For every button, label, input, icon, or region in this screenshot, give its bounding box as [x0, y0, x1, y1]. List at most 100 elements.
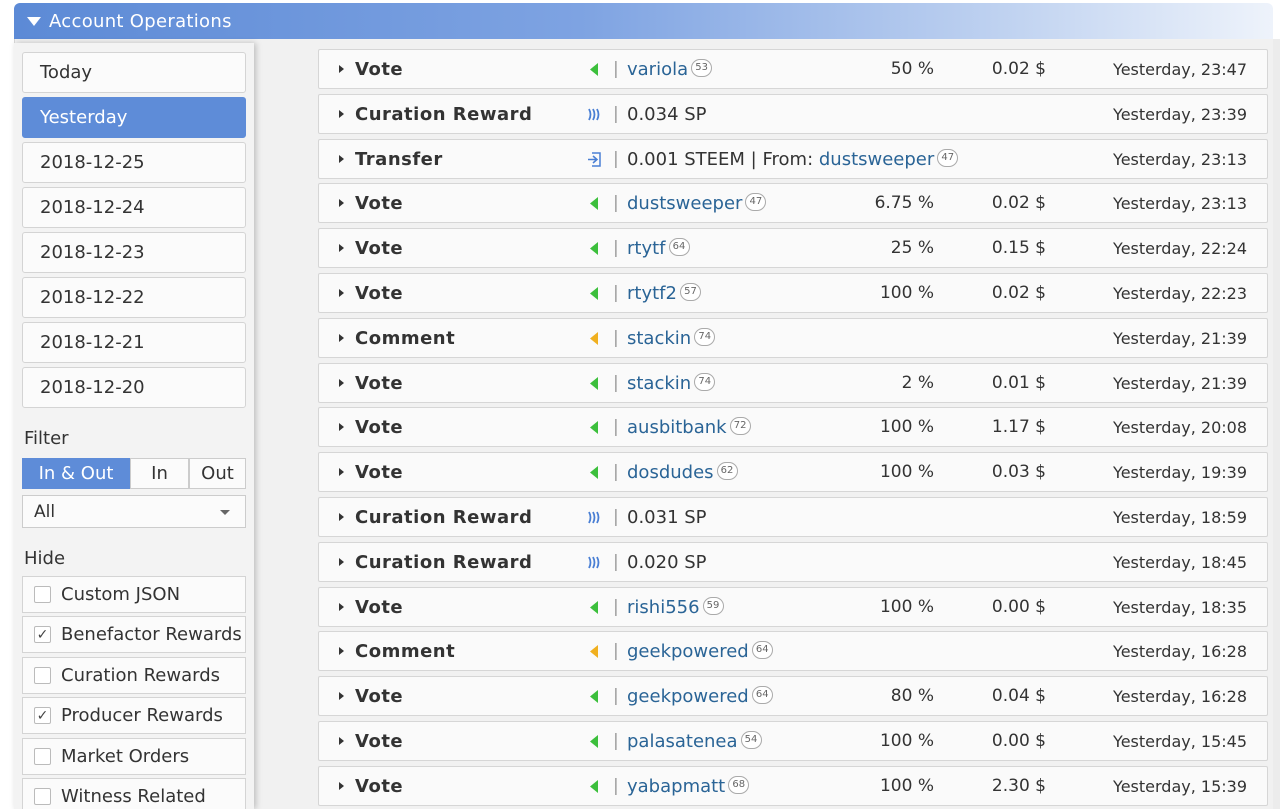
operation-row[interactable]: Vote | ausbitbank 72 100 % 1.17 $ Yesterday, 2… — [318, 407, 1268, 448]
username-link[interactable]: ausbitbank — [627, 417, 727, 438]
username-link[interactable]: rtytf — [627, 238, 666, 259]
separator: | — [613, 327, 619, 348]
hide-option[interactable]: Custom JSON — [22, 576, 246, 613]
username-link[interactable]: palasatenea — [627, 731, 738, 752]
date-button[interactable]: Yesterday — [22, 97, 246, 138]
date-button[interactable]: 2018-12-21 — [22, 322, 246, 363]
checkbox[interactable] — [34, 586, 51, 603]
operation-detail: dosdudes 62 — [627, 453, 738, 492]
operation-row[interactable]: Comment | stackin 74 Yesterday, 21:39 — [318, 317, 1268, 358]
username-link[interactable]: geekpowered — [627, 686, 749, 707]
date-button[interactable]: 2018-12-20 — [22, 367, 246, 408]
expand-arrow-icon[interactable] — [339, 737, 344, 745]
date-button[interactable]: 2018-12-22 — [22, 277, 246, 318]
operation-row[interactable]: Vote | rtytf2 57 100 % 0.02 $ Yesterday, 22:23 — [318, 273, 1268, 313]
expand-arrow-icon[interactable] — [339, 557, 344, 566]
username-link[interactable]: dosdudes — [627, 462, 714, 483]
checkbox[interactable] — [34, 747, 51, 765]
collapse-triangle-icon[interactable] — [27, 16, 41, 26]
operation-row[interactable]: Transfer | 0.001 STEEM | From: dustsweeper… — [318, 138, 1268, 179]
operation-type: Vote — [355, 596, 404, 618]
vote-weight: 25 % — [890, 238, 934, 259]
vote-value: 0.00 $ — [991, 596, 1046, 617]
operation-row[interactable]: Curation Reward | 0.034 SP Yesterday, 23:39 — [318, 93, 1268, 134]
date-button[interactable]: 2018-12-25 — [22, 142, 246, 183]
scrollbar[interactable] — [1273, 39, 1280, 809]
hide-option[interactable]: Witness Related — [22, 778, 246, 809]
operation-row[interactable]: Vote | variola 53 50 % 0.02 $ Yesterday, 23:47 — [318, 49, 1268, 89]
hide-option[interactable]: Market Orders — [22, 737, 246, 775]
operation-type-select[interactable]: All — [22, 495, 246, 528]
expand-arrow-icon[interactable] — [339, 333, 344, 342]
operation-detail: rishi556 59 — [627, 588, 724, 627]
timestamp: Yesterday, 18:45 — [1113, 552, 1247, 572]
operation-row[interactable]: Vote | yabapmatt 68 100 % 2.30 $ Yesterday, 15… — [318, 765, 1268, 806]
transfer-in-icon — [588, 151, 601, 167]
timestamp: Yesterday, 21:39 — [1113, 373, 1247, 393]
separator: | — [613, 641, 619, 662]
expand-arrow-icon[interactable] — [339, 647, 344, 656]
expand-arrow-icon[interactable] — [339, 692, 344, 701]
expand-arrow-icon[interactable] — [339, 781, 344, 790]
expand-arrow-icon[interactable] — [339, 423, 344, 432]
operation-row[interactable]: Vote | geekpowered 64 80 % 0.04 $ Yesterday, 1… — [318, 676, 1268, 717]
vote-value: 1.17 $ — [991, 417, 1046, 438]
vote-icon — [590, 197, 598, 211]
username-link[interactable]: dustsweeper — [819, 149, 934, 170]
expand-arrow-icon[interactable] — [339, 289, 344, 297]
vote-icon — [590, 63, 598, 76]
username-link[interactable]: stackin — [627, 373, 691, 394]
date-button[interactable]: 2018-12-24 — [22, 187, 246, 228]
vote-value: 0.01 $ — [991, 372, 1046, 393]
operation-row[interactable]: Vote | stackin 74 2 % 0.01 $ Yesterday, 21:39 — [318, 362, 1268, 403]
hide-option[interactable]: ✓ Producer Rewards — [22, 697, 246, 735]
timestamp: Yesterday, 18:59 — [1113, 508, 1247, 527]
username-link[interactable]: stackin — [627, 328, 691, 349]
expand-arrow-icon[interactable] — [339, 109, 344, 118]
amount: 0.020 SP — [627, 551, 707, 573]
date-button[interactable]: 2018-12-23 — [22, 232, 246, 273]
vote-weight: 6.75 % — [874, 193, 934, 214]
reputation-badge: 54 — [740, 731, 762, 749]
operation-type: Vote — [355, 775, 404, 797]
operation-row[interactable]: Vote | dustsweeper 47 6.75 % 0.02 $ Yesterday,… — [318, 183, 1268, 224]
operation-type: Vote — [355, 193, 404, 215]
expand-arrow-icon[interactable] — [339, 513, 344, 521]
username-link[interactable]: yabapmatt — [627, 776, 725, 797]
account-operations-header[interactable]: Account Operations — [14, 3, 1273, 39]
operation-row[interactable]: Curation Reward | 0.020 SP Yesterday, 18:45 — [318, 541, 1268, 582]
username-link[interactable]: geekpowered — [627, 641, 749, 662]
hide-option-label: Curation Rewards — [61, 664, 221, 686]
expand-arrow-icon[interactable] — [339, 602, 344, 611]
operation-row[interactable]: Comment | geekpowered 64 Yesterday, 16:28 — [318, 631, 1268, 672]
hide-option[interactable]: Curation Rewards — [22, 656, 246, 694]
username-link[interactable]: dustsweeper — [627, 193, 742, 214]
operation-row[interactable]: Vote | rishi556 59 100 % 0.00 $ Yesterday, 18:… — [318, 586, 1268, 627]
expand-arrow-icon[interactable] — [339, 378, 344, 387]
filter-segment-button[interactable]: In — [130, 458, 189, 489]
username-link[interactable]: rishi556 — [627, 597, 700, 618]
expand-arrow-icon[interactable] — [339, 154, 344, 163]
checkbox[interactable] — [34, 788, 51, 805]
checkbox[interactable]: ✓ — [34, 626, 51, 644]
checkbox[interactable] — [34, 666, 51, 684]
expand-arrow-icon[interactable] — [339, 468, 344, 477]
filter-segment-button[interactable]: Out — [189, 458, 246, 489]
hide-option[interactable]: ✓ Benefactor Rewards — [22, 616, 246, 654]
date-button[interactable]: Today — [22, 52, 246, 93]
reputation-badge: 74 — [694, 372, 716, 391]
operation-row[interactable]: Vote | dosdudes 62 100 % 0.03 $ Yesterday, 19:… — [318, 452, 1268, 493]
reputation-badge: 64 — [751, 686, 773, 705]
operation-row[interactable]: Curation Reward | 0.031 SP Yesterday, 18:59 — [318, 497, 1268, 537]
checkbox[interactable]: ✓ — [34, 707, 51, 725]
operation-row[interactable]: Vote | palasatenea 54 100 % 0.00 $ Yesterday, … — [318, 721, 1268, 761]
expand-arrow-icon[interactable] — [339, 244, 344, 253]
vote-weight: 100 % — [879, 462, 934, 483]
operation-row[interactable]: Vote | rtytf 64 25 % 0.15 $ Yesterday, 22:24 — [318, 228, 1268, 269]
expand-arrow-icon[interactable] — [339, 199, 344, 208]
operation-type: Curation Reward — [355, 551, 533, 573]
username-link[interactable]: variola — [627, 59, 688, 80]
expand-arrow-icon[interactable] — [339, 65, 344, 73]
username-link[interactable]: rtytf2 — [627, 283, 677, 304]
filter-segment-button[interactable]: In & Out — [22, 458, 130, 489]
